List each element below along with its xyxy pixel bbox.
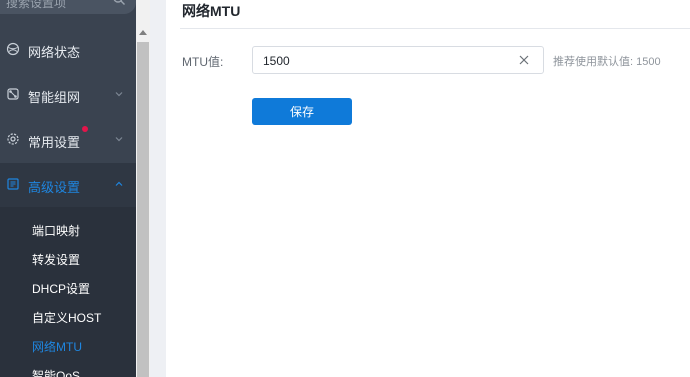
advanced-submenu: 端口映射 转发设置 DHCP设置 自定义HOST 网络MTU 智能QoS bbox=[0, 207, 136, 377]
search-placeholder: 搜索设置项 bbox=[6, 0, 67, 10]
sidebar-item-network-status[interactable]: 网络状态 bbox=[0, 28, 136, 72]
chevron-down-icon bbox=[115, 92, 123, 97]
advanced-settings-icon bbox=[7, 178, 19, 190]
sidebar-scrollbar[interactable] bbox=[136, 0, 150, 377]
submenu-item-custom-host[interactable]: 自定义HOST bbox=[32, 309, 101, 326]
submenu-item-network-mtu[interactable]: 网络MTU bbox=[32, 338, 82, 355]
globe-icon bbox=[6, 42, 20, 56]
main-panel: 网络MTU MTU值: 推荐使用默认值: 1500 保存 bbox=[166, 0, 690, 377]
sidebar-item-label: 网络状态 bbox=[28, 45, 81, 60]
submenu-item-smart-qos[interactable]: 智能QoS bbox=[32, 367, 80, 377]
gear-icon bbox=[7, 133, 19, 145]
chevron-up-icon bbox=[115, 181, 123, 186]
submenu-item-forwarding[interactable]: 转发设置 bbox=[32, 251, 80, 268]
sidebar: 搜索设置项 网络状态 智能组网 常用设置 高级设置 端口映射 转发设置 DHCP… bbox=[0, 0, 136, 377]
sidebar-item-label: 智能组网 bbox=[28, 90, 81, 105]
mtu-field[interactable] bbox=[252, 46, 544, 74]
clear-icon[interactable] bbox=[519, 55, 529, 65]
mtu-label: MTU值: bbox=[182, 55, 224, 69]
submenu-item-dhcp[interactable]: DHCP设置 bbox=[32, 280, 90, 297]
mtu-input[interactable] bbox=[263, 52, 503, 70]
divider bbox=[180, 28, 690, 29]
mtu-hint: 推荐使用默认值: 1500 bbox=[553, 56, 661, 68]
page-title: 网络MTU bbox=[182, 3, 241, 19]
save-button[interactable]: 保存 bbox=[252, 98, 352, 125]
sidebar-item-label: 常用设置 bbox=[28, 135, 81, 150]
scroll-up-arrow-icon[interactable] bbox=[139, 30, 147, 35]
submenu-item-port-mapping[interactable]: 端口映射 bbox=[32, 222, 80, 239]
sidebar-item-label: 高级设置 bbox=[28, 180, 81, 195]
sidebar-item-smart-mesh[interactable]: 智能组网 bbox=[0, 73, 136, 117]
search-icon[interactable] bbox=[112, 0, 126, 6]
scrollbar-thumb[interactable] bbox=[137, 42, 149, 377]
sidebar-item-common-settings[interactable]: 常用设置 bbox=[0, 118, 136, 162]
search-box[interactable]: 搜索设置项 bbox=[0, 0, 136, 14]
chevron-down-icon bbox=[115, 137, 123, 142]
notification-dot bbox=[82, 126, 88, 132]
sidebar-item-advanced-settings[interactable]: 高级设置 bbox=[0, 163, 136, 207]
mesh-network-icon bbox=[7, 88, 19, 100]
content-gutter bbox=[150, 0, 166, 377]
